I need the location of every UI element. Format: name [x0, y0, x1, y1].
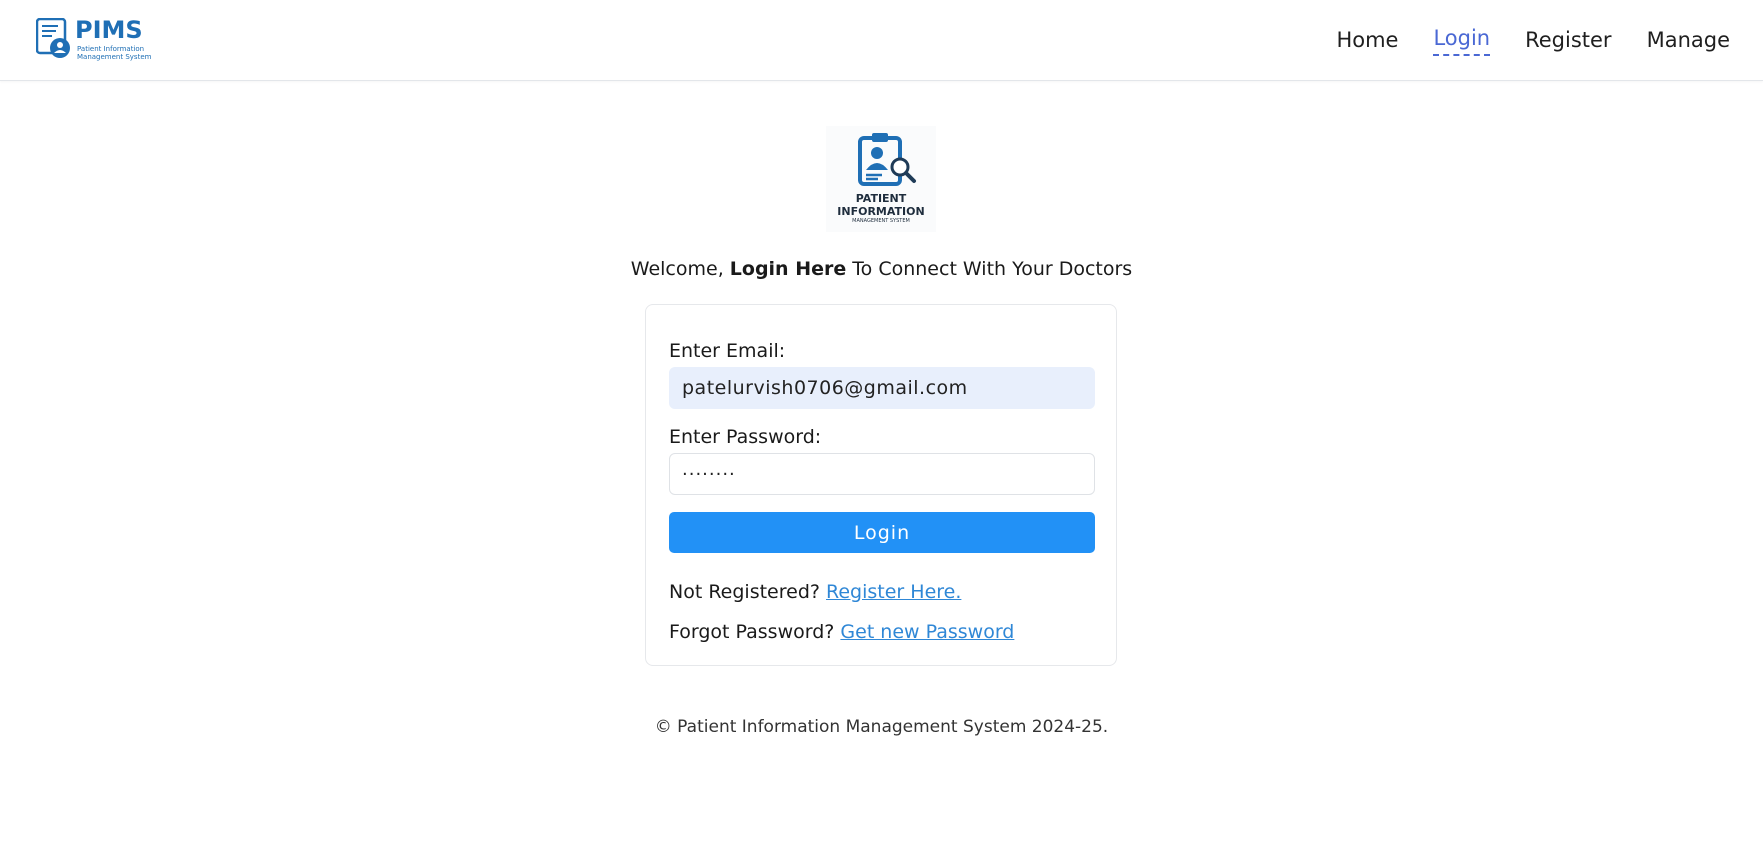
- nav-login[interactable]: Login: [1433, 24, 1491, 56]
- password-field[interactable]: [669, 453, 1095, 495]
- login-card: Enter Email: Enter Password: Login Not R…: [645, 304, 1117, 666]
- login-button[interactable]: Login: [669, 512, 1095, 553]
- brand-subtitle-line1: Patient Information: [77, 45, 145, 53]
- forgot-password-row: Forgot Password? Get new Password: [669, 621, 1014, 643]
- brand-title: PIMS: [75, 16, 143, 44]
- password-label: Enter Password:: [669, 426, 822, 448]
- get-new-password-link[interactable]: Get new Password: [840, 621, 1014, 643]
- brand-logo[interactable]: PIMS Patient Information Management Syst…: [35, 16, 156, 62]
- welcome-prefix: Welcome,: [630, 258, 730, 280]
- hero-logo-line3: MANAGEMENT SYSTEM: [852, 218, 910, 224]
- welcome-bold: Login Here: [729, 258, 847, 280]
- hero-logo-line2: INFORMATION: [837, 205, 925, 218]
- brand-subtitle-line2: Management System: [77, 53, 152, 61]
- forgot-password-text: Forgot Password?: [669, 621, 841, 643]
- email-field[interactable]: [669, 367, 1095, 409]
- hero-logo-line1: PATIENT: [855, 192, 907, 205]
- nav-register[interactable]: Register: [1525, 24, 1611, 56]
- nav-manage[interactable]: Manage: [1647, 24, 1730, 56]
- footer-text: © Patient Information Management System …: [654, 717, 1109, 737]
- email-label: Enter Email:: [669, 340, 786, 362]
- not-registered-row: Not Registered? Register Here.: [669, 581, 961, 603]
- navbar: PIMS Patient Information Management Syst…: [0, 0, 1763, 81]
- nav-home[interactable]: Home: [1336, 24, 1398, 56]
- not-registered-text: Not Registered?: [669, 581, 827, 603]
- nav-links: Home Login Register Manage: [1301, 24, 1730, 56]
- hero-logo: PATIENT INFORMATION MANAGEMENT SYSTEM: [826, 126, 936, 232]
- welcome-suffix: To Connect With Your Doctors: [846, 258, 1133, 280]
- register-link[interactable]: Register Here.: [826, 581, 961, 603]
- welcome-text: Welcome, Login Here To Connect With Your…: [0, 258, 1763, 280]
